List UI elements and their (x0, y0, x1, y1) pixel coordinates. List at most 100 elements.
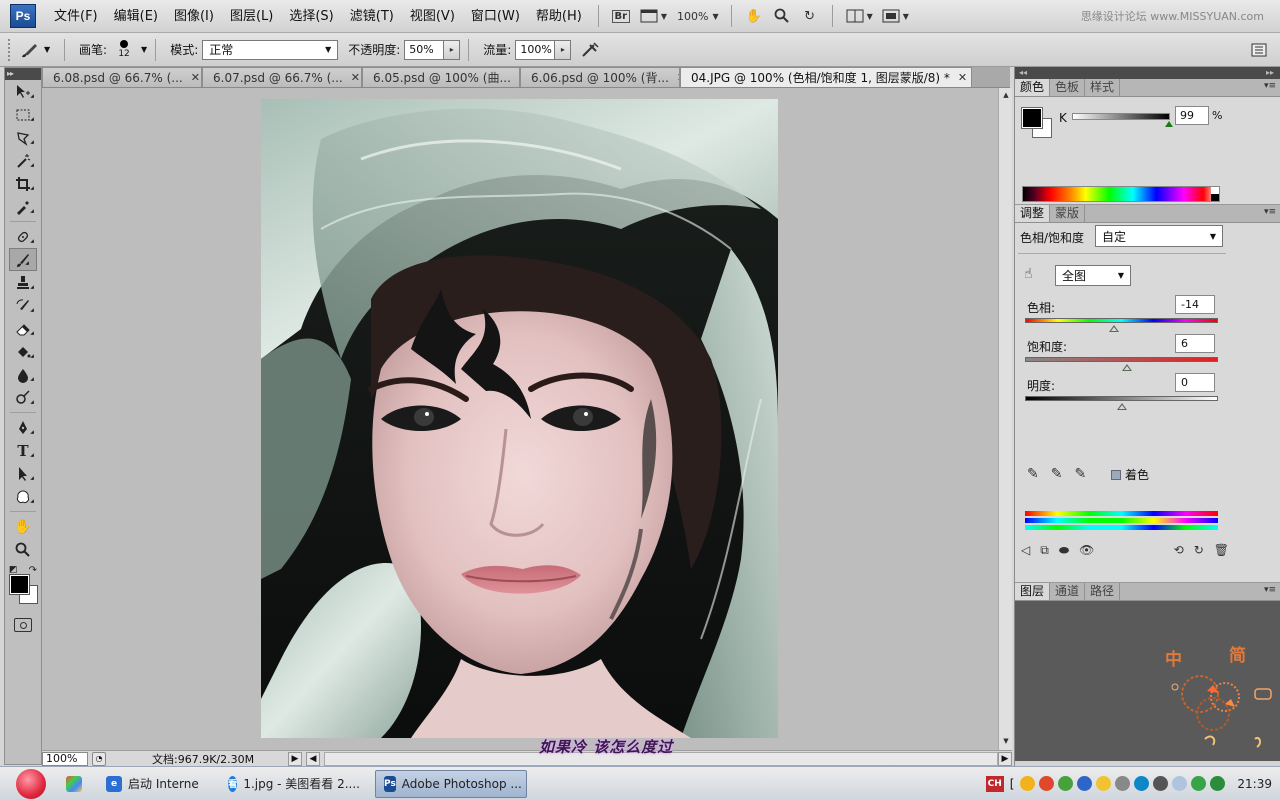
tab-color[interactable]: 颜色 (1015, 79, 1051, 96)
status-menu-arrow[interactable]: ▶ (288, 751, 302, 766)
delete-icon[interactable]: 🗑 (1214, 543, 1229, 557)
ime-indicator[interactable]: CH (985, 775, 1004, 792)
qq-icon[interactable] (1020, 776, 1036, 791)
menu-image[interactable]: 图像(I) (166, 0, 222, 33)
status-zoom-input[interactable]: 100% (42, 751, 88, 766)
show-desktop-button[interactable] (57, 770, 91, 798)
k-value-input[interactable]: 99 (1175, 106, 1209, 125)
lightness-slider[interactable] (1025, 396, 1218, 401)
saturation-slider[interactable] (1025, 357, 1218, 362)
color-panel-foreground-swatch[interactable] (1021, 107, 1043, 129)
default-colors-icon[interactable]: ◩ (9, 565, 18, 575)
zoom-icon[interactable] (771, 5, 793, 27)
tab-swatches[interactable]: 色板 (1050, 79, 1086, 96)
path-selection-tool-icon[interactable] (5, 462, 41, 485)
panel-menu-icon[interactable]: ▾≡ (1264, 81, 1276, 91)
menu-view[interactable]: 视图(V) (402, 0, 463, 33)
healing-brush-tool-icon[interactable] (5, 225, 41, 248)
menu-edit[interactable]: 编辑(E) (106, 0, 166, 33)
vertical-scrollbar[interactable]: ▲ ▼ (998, 88, 1012, 750)
mode-select[interactable]: 正常 ▼ (202, 39, 339, 60)
paint-bucket-tool-icon[interactable] (5, 340, 41, 363)
color-spectrum-ramp[interactable] (1022, 186, 1220, 202)
doc-tab[interactable]: 6.05.psd @ 100% (曲... ✕ (362, 67, 520, 87)
brush-preset-picker[interactable]: 12 (111, 37, 137, 63)
return-to-list-icon[interactable]: ◁ (1021, 543, 1030, 557)
network-icon[interactable] (1077, 776, 1093, 791)
hue-input[interactable]: -14 (1175, 295, 1215, 314)
tab-adjustments[interactable]: 调整 (1015, 205, 1051, 222)
tab-paths[interactable]: 路径 (1085, 583, 1121, 600)
panel-menu-icon[interactable]: ▾≡ (1264, 585, 1276, 595)
magic-wand-tool-icon[interactable] (5, 149, 41, 172)
eyedropper-tool-icon[interactable] (5, 195, 41, 218)
bridge-button[interactable]: Br (610, 5, 632, 27)
doc-tab[interactable]: 6.06.psd @ 100% (背... ✕ (520, 67, 680, 87)
history-brush-tool-icon[interactable] (5, 294, 41, 317)
preset-select[interactable]: 自定 ▼ (1095, 225, 1223, 247)
crop-tool-icon[interactable] (5, 172, 41, 195)
start-button[interactable] (16, 768, 46, 799)
eyedropper-minus-icon[interactable]: ✎ (1074, 466, 1086, 482)
channel-select[interactable]: 全图 ▼ (1055, 265, 1131, 286)
reset-icon[interactable]: ↻ (1194, 543, 1204, 557)
document-image[interactable] (261, 99, 778, 738)
volume-icon[interactable] (1153, 776, 1169, 791)
opacity-slider-button[interactable]: ▸ (444, 39, 461, 60)
saturation-slider-thumb[interactable] (1122, 364, 1133, 371)
panel-toggle-icon[interactable] (1248, 39, 1270, 61)
zoom-level[interactable]: 100% (671, 10, 714, 23)
tool-preset-picker[interactable]: ▼ (20, 39, 56, 61)
scroll-track[interactable] (999, 102, 1012, 734)
photoshop-logo[interactable]: Ps (10, 4, 36, 28)
flow-slider-button[interactable]: ▸ (555, 39, 572, 60)
eyedropper-icon[interactable]: ✎ (1027, 466, 1039, 482)
type-tool-icon[interactable]: T (5, 439, 41, 462)
canvas-area[interactable] (42, 88, 998, 750)
scroll-right-icon[interactable]: ▶ (998, 751, 1012, 766)
menu-filter[interactable]: 滤镜(T) (342, 0, 402, 33)
menu-layer[interactable]: 图层(L) (222, 0, 281, 33)
view-previous-icon[interactable]: ⟲ (1174, 543, 1184, 557)
lightness-input[interactable]: 0 (1175, 373, 1215, 392)
menu-window[interactable]: 窗口(W) (463, 0, 528, 33)
doc-tab-active[interactable]: 04.JPG @ 100% (色相/饱和度 1, 图层蒙版/8) * ✕ (680, 67, 972, 87)
screen-mode-icon[interactable] (880, 5, 902, 27)
download-icon[interactable] (1058, 776, 1074, 791)
targeted-adjust-icon[interactable]: ☝ (1024, 266, 1033, 282)
close-icon[interactable]: ✕ (191, 71, 200, 84)
opacity-input[interactable]: 50% (404, 39, 445, 60)
taskbar-item-photoshop[interactable]: Ps Adobe Photoshop ... (375, 769, 527, 798)
swap-colors-icon[interactable]: ↷ (29, 565, 37, 576)
menu-help[interactable]: 帮助(H) (528, 0, 590, 33)
update-icon[interactable] (1134, 776, 1150, 791)
shape-tool-icon[interactable] (5, 485, 41, 508)
rotate-view-icon[interactable]: ↻ (799, 5, 821, 27)
close-icon[interactable]: ✕ (958, 71, 967, 84)
menu-file[interactable]: 文件(F) (46, 0, 106, 33)
scroll-left-icon[interactable]: ◀ (306, 751, 320, 766)
qq-icon[interactable] (1096, 776, 1112, 791)
panel-menu-icon[interactable]: ▾≡ (1264, 207, 1276, 217)
layers-panel-body[interactable]: 中 简 (1015, 601, 1280, 761)
arrange-documents-icon[interactable] (844, 5, 866, 27)
scroll-down-icon[interactable]: ▼ (999, 734, 1013, 748)
clock[interactable]: 21:39 (1237, 777, 1272, 791)
chevron-down-icon[interactable]: ▼ (661, 12, 667, 21)
hue-slider-thumb[interactable] (1108, 325, 1119, 332)
dock-header[interactable]: ◂◂ ▸▸ (1015, 67, 1280, 79)
lightness-slider-thumb[interactable] (1116, 403, 1127, 410)
foreground-color-swatch[interactable] (9, 574, 30, 595)
lasso-tool-icon[interactable] (5, 126, 41, 149)
saturation-input[interactable]: 6 (1175, 334, 1215, 353)
doc-tab[interactable]: 6.07.psd @ 66.7% (... ✕ (202, 67, 362, 87)
chevron-down-icon[interactable]: ▼ (712, 12, 718, 21)
close-icon[interactable]: ✕ (351, 71, 360, 84)
move-tool-icon[interactable] (5, 80, 41, 103)
status-options-icon[interactable]: ◔ (92, 751, 106, 766)
chevron-down-icon[interactable]: ▼ (903, 12, 909, 21)
tab-channels[interactable]: 通道 (1050, 583, 1086, 600)
scroll-up-icon[interactable]: ▲ (999, 88, 1013, 102)
hand-icon[interactable]: ✋ (743, 5, 765, 27)
k-slider-thumb[interactable] (1165, 121, 1174, 127)
